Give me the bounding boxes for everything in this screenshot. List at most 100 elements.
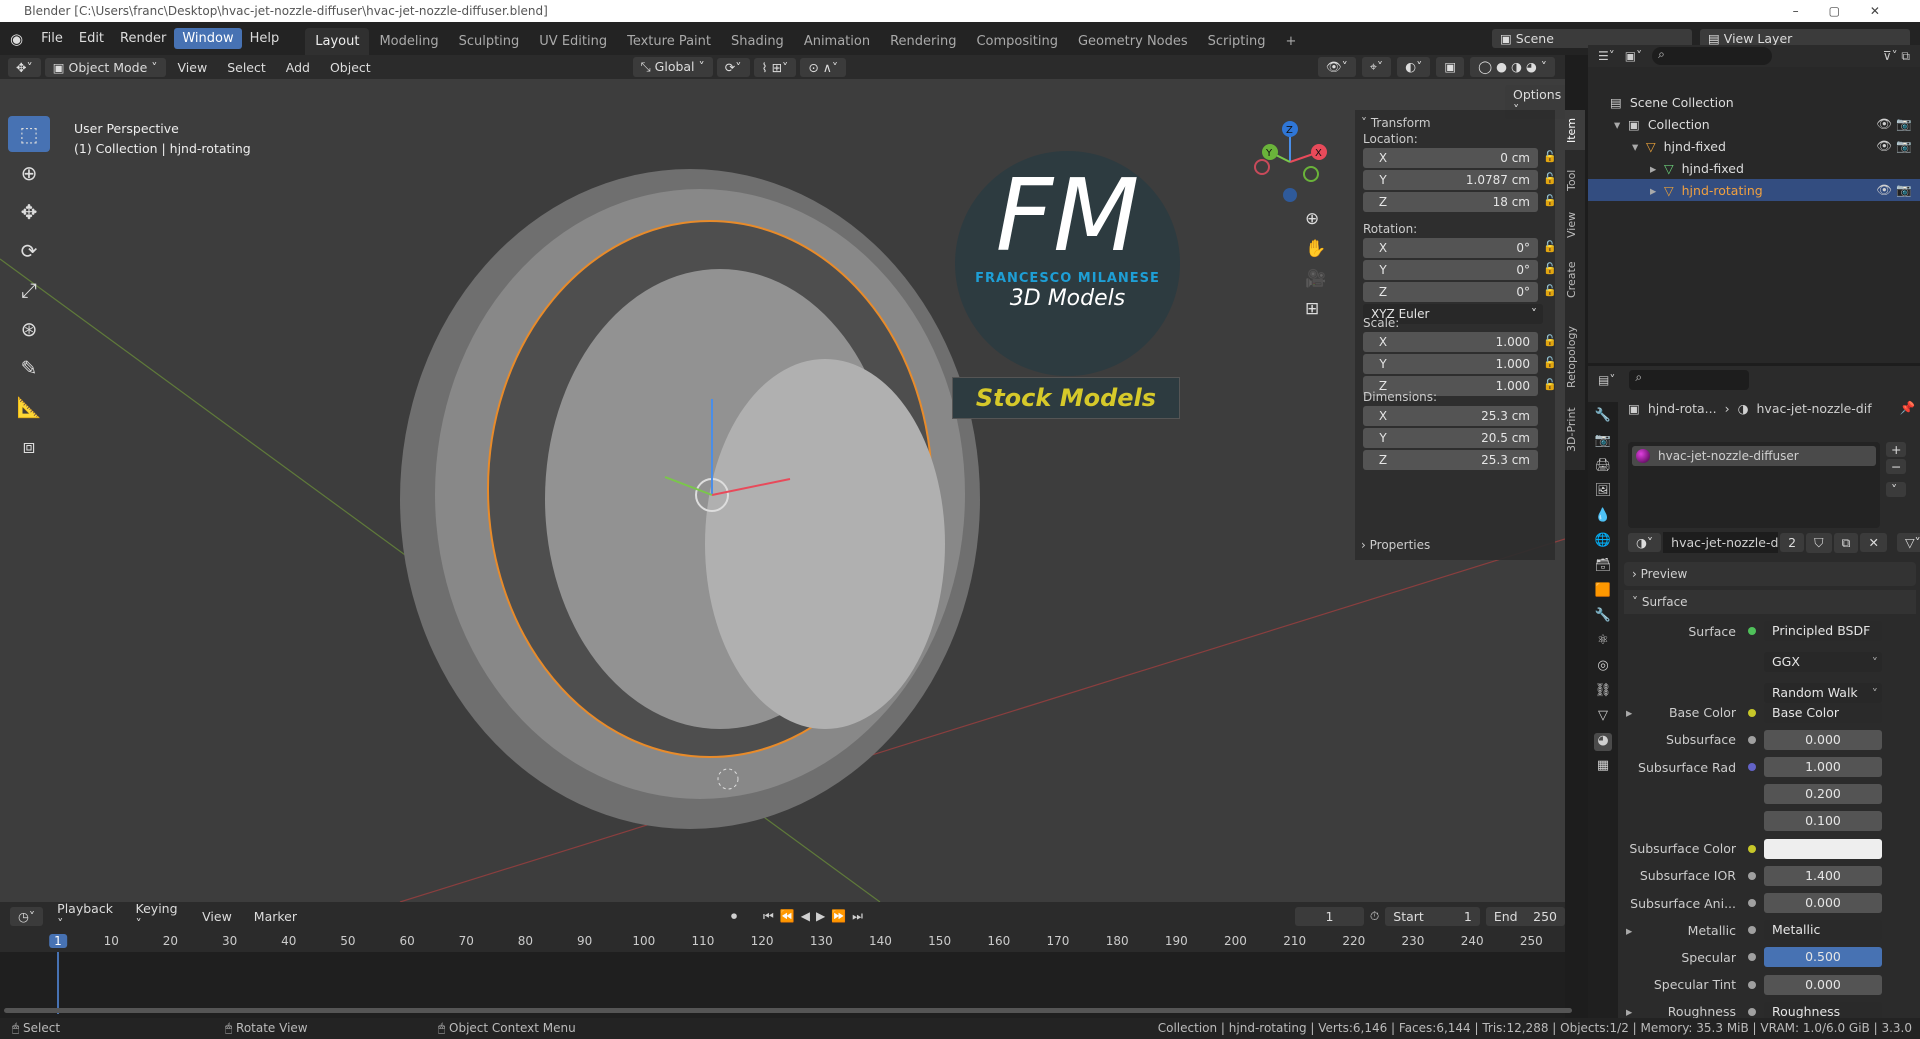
properties-tab-icon[interactable]: 🟧 — [1594, 583, 1612, 601]
dimensions-z-field[interactable]: Z 25.3 cm — [1363, 450, 1538, 470]
orientation-selector[interactable]: ⤡ Global ˅ — [632, 57, 713, 77]
outliner-search[interactable]: ⌕ — [1652, 47, 1773, 65]
tab-animation[interactable]: Animation — [794, 28, 880, 55]
preview-panel-header[interactable]: › Preview — [1624, 562, 1916, 586]
properties-tab-icon[interactable]: 🖨 — [1594, 458, 1612, 476]
browse-material-button[interactable]: ◑˅ — [1628, 533, 1662, 552]
transform-panel-header[interactable]: ˅ Transform — [1361, 116, 1431, 130]
menu-keying[interactable]: Keying ˅ — [128, 899, 189, 933]
unlink-material-icon[interactable]: ✕ — [1860, 533, 1887, 552]
property-value-field[interactable]: 0.200 — [1764, 784, 1882, 805]
sidebar-tab-view[interactable]: View — [1565, 205, 1585, 245]
remove-slot-button[interactable]: − — [1886, 459, 1907, 474]
rotation-z-field[interactable]: Z 0° — [1363, 282, 1538, 302]
mode-selector[interactable]: ▣ Object Mode ˅ — [44, 57, 166, 77]
tab-layout[interactable]: Layout — [305, 28, 370, 55]
expand-icon[interactable]: ▸ — [1626, 705, 1632, 720]
proportional-edit-button[interactable]: ⊙ ∧˅ — [800, 57, 847, 77]
lock-icon[interactable]: 🔓 — [1543, 284, 1557, 297]
properties-tab-icon[interactable]: 🔧 — [1594, 608, 1612, 626]
properties-panel-header[interactable]: › Properties — [1361, 538, 1430, 552]
expand-icon[interactable]: ▸ — [1650, 183, 1664, 198]
move-tool[interactable]: ✥ — [8, 194, 50, 230]
tab-shading[interactable]: Shading — [721, 28, 794, 55]
material-slot[interactable]: hvac-jet-nozzle-diffuser — [1632, 446, 1876, 466]
outliner-item-hjnd-rotating[interactable]: ▸ ▽ hjnd-rotating 👁 📷 — [1588, 179, 1920, 201]
tab-uv-editing[interactable]: UV Editing — [529, 28, 617, 55]
playback-controls[interactable]: ⏮⏪◀▶⏩⏭ — [763, 909, 869, 924]
lock-icon[interactable]: 🔓 — [1543, 262, 1557, 275]
breadcrumb-material[interactable]: hvac-jet-nozzle-dif — [1757, 401, 1872, 416]
location-x-field[interactable]: X 0 cm — [1363, 148, 1538, 168]
annotate-tool[interactable]: ✎ — [8, 350, 50, 386]
outliner-item-scene-collection[interactable]: ▤ Scene Collection — [1588, 91, 1920, 113]
socket-icon[interactable] — [1748, 980, 1756, 989]
socket-icon[interactable] — [1748, 790, 1756, 798]
menu-render[interactable]: Render — [112, 28, 174, 49]
tab-scripting[interactable]: Scripting — [1198, 28, 1276, 55]
camera-icon[interactable]: 🎥 — [1305, 269, 1326, 289]
playhead[interactable] — [57, 952, 59, 1014]
overlay-button[interactable]: ◐˅ — [1397, 57, 1431, 77]
dimensions-x-field[interactable]: X 25.3 cm — [1363, 406, 1538, 426]
outliner-item-hjnd-fixed[interactable]: ▾ ▽ hjnd-fixed 👁 📷 — [1588, 135, 1920, 157]
dimensions-y-field[interactable]: Y 20.5 cm — [1363, 428, 1538, 448]
property-value-field[interactable]: Metallic — [1764, 920, 1882, 941]
properties-tab-icon[interactable]: ⛓ — [1594, 683, 1612, 701]
properties-editor-type-icon[interactable]: ▤˅ — [1598, 373, 1615, 387]
expand-icon[interactable]: ▾ — [1614, 117, 1628, 132]
property-value-field[interactable] — [1764, 838, 1882, 859]
add-slot-button[interactable]: + — [1886, 442, 1907, 457]
duplicate-material-icon[interactable]: ⧉ — [1833, 532, 1859, 553]
socket-icon[interactable] — [1748, 871, 1756, 880]
socket-icon[interactable] — [1748, 658, 1756, 666]
socket-icon[interactable] — [1748, 817, 1756, 825]
pin-icon[interactable]: 📌 — [1900, 400, 1916, 416]
visibility-eye-icon[interactable]: 👁 — [1876, 116, 1892, 132]
menu-add[interactable]: Add — [278, 58, 318, 77]
stopwatch-icon[interactable]: ⏱ — [1370, 909, 1379, 924]
fake-user-icon[interactable]: ⛉ — [1806, 532, 1832, 553]
scale-tool[interactable]: ⤢ — [8, 272, 50, 308]
menu-playback[interactable]: Playback ˅ — [49, 899, 121, 933]
tab-modeling[interactable]: Modeling — [369, 28, 448, 55]
material-slot-list[interactable]: hvac-jet-nozzle-diffuser — [1628, 442, 1880, 528]
scale-y-field[interactable]: Y 1.000 — [1363, 354, 1538, 374]
menu-view[interactable]: View — [170, 58, 216, 77]
sidebar-tab-tool[interactable]: Tool — [1565, 160, 1585, 200]
menu-file[interactable]: File — [33, 28, 71, 49]
visibility-button[interactable]: 👁˅ — [1317, 57, 1356, 77]
property-value-field[interactable]: Principled BSDF — [1764, 621, 1882, 641]
gizmo-button[interactable]: ⌖˅ — [1361, 57, 1392, 77]
properties-tab-icon[interactable]: 📷 — [1594, 433, 1612, 451]
property-value-field[interactable]: 0.000 — [1764, 974, 1882, 995]
properties-tab-icon[interactable]: ⚛ — [1594, 633, 1612, 651]
lock-icon[interactable]: 🔓 — [1543, 150, 1557, 163]
location-z-field[interactable]: Z 18 cm — [1363, 192, 1538, 212]
properties-tab-icon[interactable]: 🗃 — [1594, 558, 1612, 576]
snap-button[interactable]: ⌇ ⊞˅ — [753, 57, 797, 77]
window-controls[interactable]: –▢✕ — [1793, 0, 1910, 22]
socket-icon[interactable] — [1748, 844, 1756, 853]
tab-geometry-nodes[interactable]: Geometry Nodes — [1068, 28, 1198, 55]
properties-tab-icon[interactable]: ◕ — [1594, 733, 1612, 751]
expand-icon[interactable]: ▸ — [1626, 923, 1632, 938]
start-frame-field[interactable]: Start 1 — [1385, 906, 1480, 926]
lock-icon[interactable]: 🔓 — [1543, 172, 1557, 185]
render-camera-icon[interactable]: 📷 — [1896, 116, 1912, 132]
link-type-button[interactable]: ▽˅ — [1896, 533, 1920, 552]
rotate-tool[interactable]: ⟳ — [8, 233, 50, 269]
lock-icon[interactable]: 🔓 — [1543, 356, 1557, 369]
properties-tab-icon[interactable]: 🌐 — [1594, 533, 1612, 551]
lock-icon[interactable]: 🔓 — [1543, 378, 1557, 391]
xray-button[interactable]: ▣ — [1436, 57, 1465, 77]
property-value-field[interactable]: 0.100 — [1764, 811, 1882, 832]
sidebar-tab-create[interactable]: Create — [1565, 250, 1585, 310]
outliner-editor-type-icon[interactable]: ☰˅ — [1598, 49, 1615, 63]
rotation-y-field[interactable]: Y 0° — [1363, 260, 1538, 280]
expand-icon[interactable]: ▸ — [1650, 161, 1664, 176]
grid-perspective-icon[interactable]: ⊞ — [1305, 299, 1326, 319]
socket-icon[interactable] — [1748, 1007, 1756, 1016]
socket-icon[interactable] — [1748, 953, 1756, 962]
property-value-field[interactable]: Base Color — [1764, 702, 1882, 723]
